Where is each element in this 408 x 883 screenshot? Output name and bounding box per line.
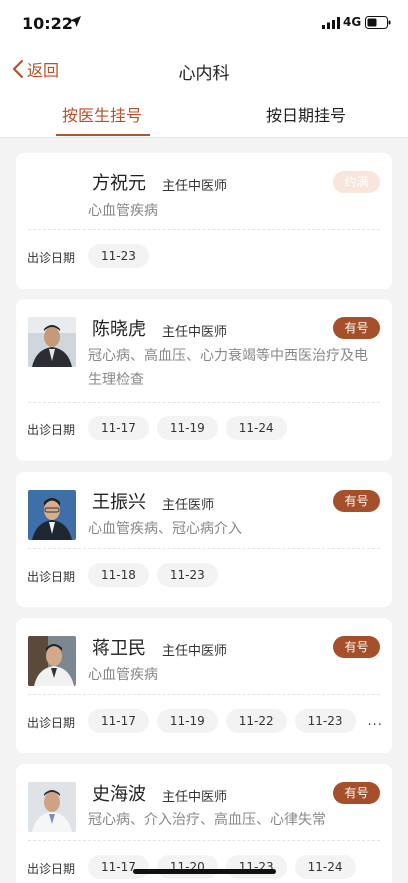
doctor-name: 史海波 bbox=[92, 784, 146, 805]
date-chip[interactable]: 11-23 bbox=[225, 855, 287, 879]
schedule-dates: 11-18 11-23 bbox=[88, 563, 218, 587]
schedule-label: 出诊日期 bbox=[27, 862, 76, 876]
doctor-avatar bbox=[28, 490, 76, 540]
divider bbox=[28, 229, 380, 230]
doctor-title: 主任医师 bbox=[162, 498, 215, 513]
date-chip[interactable]: 11-24 bbox=[225, 416, 287, 440]
date-chip[interactable]: 11-20 bbox=[156, 855, 218, 879]
schedule-dates: 11-23 bbox=[88, 244, 149, 268]
divider bbox=[28, 840, 380, 841]
doctor-title: 主任中医师 bbox=[162, 325, 228, 340]
doctor-title: 主任中医师 bbox=[162, 179, 228, 194]
battery-icon bbox=[365, 16, 391, 29]
doctor-card[interactable]: 蒋卫民 主任中医师 有号 心血管疾病 出诊日期 11-17 11-19 11-2… bbox=[16, 618, 392, 753]
date-chip[interactable]: 11-17 bbox=[88, 416, 149, 440]
date-chip[interactable]: 11-23 bbox=[156, 563, 218, 587]
date-chip[interactable]: 11-19 bbox=[156, 709, 218, 733]
availability-badge: 有号 bbox=[333, 636, 380, 658]
doctor-card[interactable]: 史海波 主任中医师 有号 冠心病、介入治疗、高血压、心律失常 出诊日期 11-1… bbox=[16, 764, 392, 883]
navigation-bar: 返回 心内科 bbox=[0, 46, 408, 92]
date-chip[interactable]: 11-19 bbox=[156, 416, 218, 440]
doctor-name: 王振兴 bbox=[92, 492, 146, 513]
schedule-dates: 11-17 11-19 11-22 11-23 ... bbox=[88, 709, 383, 733]
doctor-specialty: 冠心病、介入治疗、高血压、心律失常 bbox=[88, 812, 326, 828]
date-chip[interactable]: 11-17 bbox=[88, 709, 149, 733]
location-arrow-icon bbox=[70, 16, 81, 27]
availability-badge: 有号 bbox=[333, 490, 380, 512]
doctor-name: 方祝元 bbox=[92, 173, 146, 194]
doctor-specialty: 心血管疾病、冠心病介入 bbox=[88, 521, 242, 537]
date-chip[interactable]: 11-22 bbox=[225, 709, 287, 733]
status-bar: 10:22 4G bbox=[0, 0, 408, 46]
date-chip[interactable]: 11-24 bbox=[294, 855, 356, 879]
doctor-avatar bbox=[28, 782, 76, 832]
home-indicator[interactable] bbox=[133, 869, 276, 874]
doctor-avatar bbox=[28, 636, 76, 686]
schedule-label: 出诊日期 bbox=[27, 423, 76, 437]
schedule-label: 出诊日期 bbox=[27, 251, 76, 265]
doctor-title: 主任中医师 bbox=[162, 790, 228, 805]
schedule-label: 出诊日期 bbox=[27, 570, 76, 584]
availability-badge: 有号 bbox=[333, 317, 380, 339]
doctor-specialty: 心血管疾病 bbox=[88, 667, 158, 683]
signal-bars-icon bbox=[322, 17, 340, 29]
more-dates-indicator[interactable]: ... bbox=[368, 714, 383, 729]
tab-by-date[interactable]: 按日期挂号 bbox=[204, 102, 408, 126]
doctor-name: 陈晓虎 bbox=[92, 319, 146, 340]
date-chip[interactable]: 11-18 bbox=[88, 563, 149, 587]
divider bbox=[28, 548, 380, 549]
status-time: 10:22 bbox=[22, 14, 73, 33]
date-chip[interactable]: 11-23 bbox=[88, 244, 149, 268]
doctor-specialty: 冠心病、高血压、心力衰竭等中西医治疗及电生理检查 bbox=[88, 348, 368, 388]
schedule-dates: 11-17 11-20 11-23 11-24 bbox=[88, 855, 356, 879]
tab-by-doctor[interactable]: 按医生挂号 bbox=[0, 102, 204, 126]
schedule-dates: 11-17 11-19 11-24 bbox=[88, 416, 287, 440]
availability-badge: 有号 bbox=[333, 782, 380, 804]
doctor-card[interactable]: 方祝元 主任中医师 约满 心血管疾病 出诊日期 11-23 bbox=[16, 153, 392, 289]
date-chip[interactable]: 11-17 bbox=[88, 855, 149, 879]
doctor-card[interactable]: 王振兴 主任医师 有号 心血管疾病、冠心病介入 出诊日期 11-18 11-23 bbox=[16, 472, 392, 607]
schedule-label: 出诊日期 bbox=[27, 716, 76, 730]
availability-badge: 约满 bbox=[333, 171, 380, 193]
doctor-title: 主任中医师 bbox=[162, 644, 228, 659]
divider bbox=[28, 694, 380, 695]
page-title: 心内科 bbox=[178, 64, 230, 84]
divider bbox=[28, 402, 380, 403]
doctor-specialty: 心血管疾病 bbox=[88, 203, 158, 219]
network-type: 4G bbox=[343, 15, 362, 29]
doctor-avatar bbox=[28, 317, 76, 367]
header: 10:22 4G 返回 心内科 按医生挂号 按日期挂号 bbox=[0, 0, 408, 138]
doctor-card[interactable]: 陈晓虎 主任中医师 有号 冠心病、高血压、心力衰竭等中西医治疗及电生理检查 出诊… bbox=[16, 299, 392, 461]
tab-bar: 按医生挂号 按日期挂号 bbox=[0, 92, 408, 138]
doctor-name: 蒋卫民 bbox=[92, 638, 146, 659]
date-chip[interactable]: 11-23 bbox=[294, 709, 356, 733]
active-tab-indicator bbox=[56, 134, 150, 136]
